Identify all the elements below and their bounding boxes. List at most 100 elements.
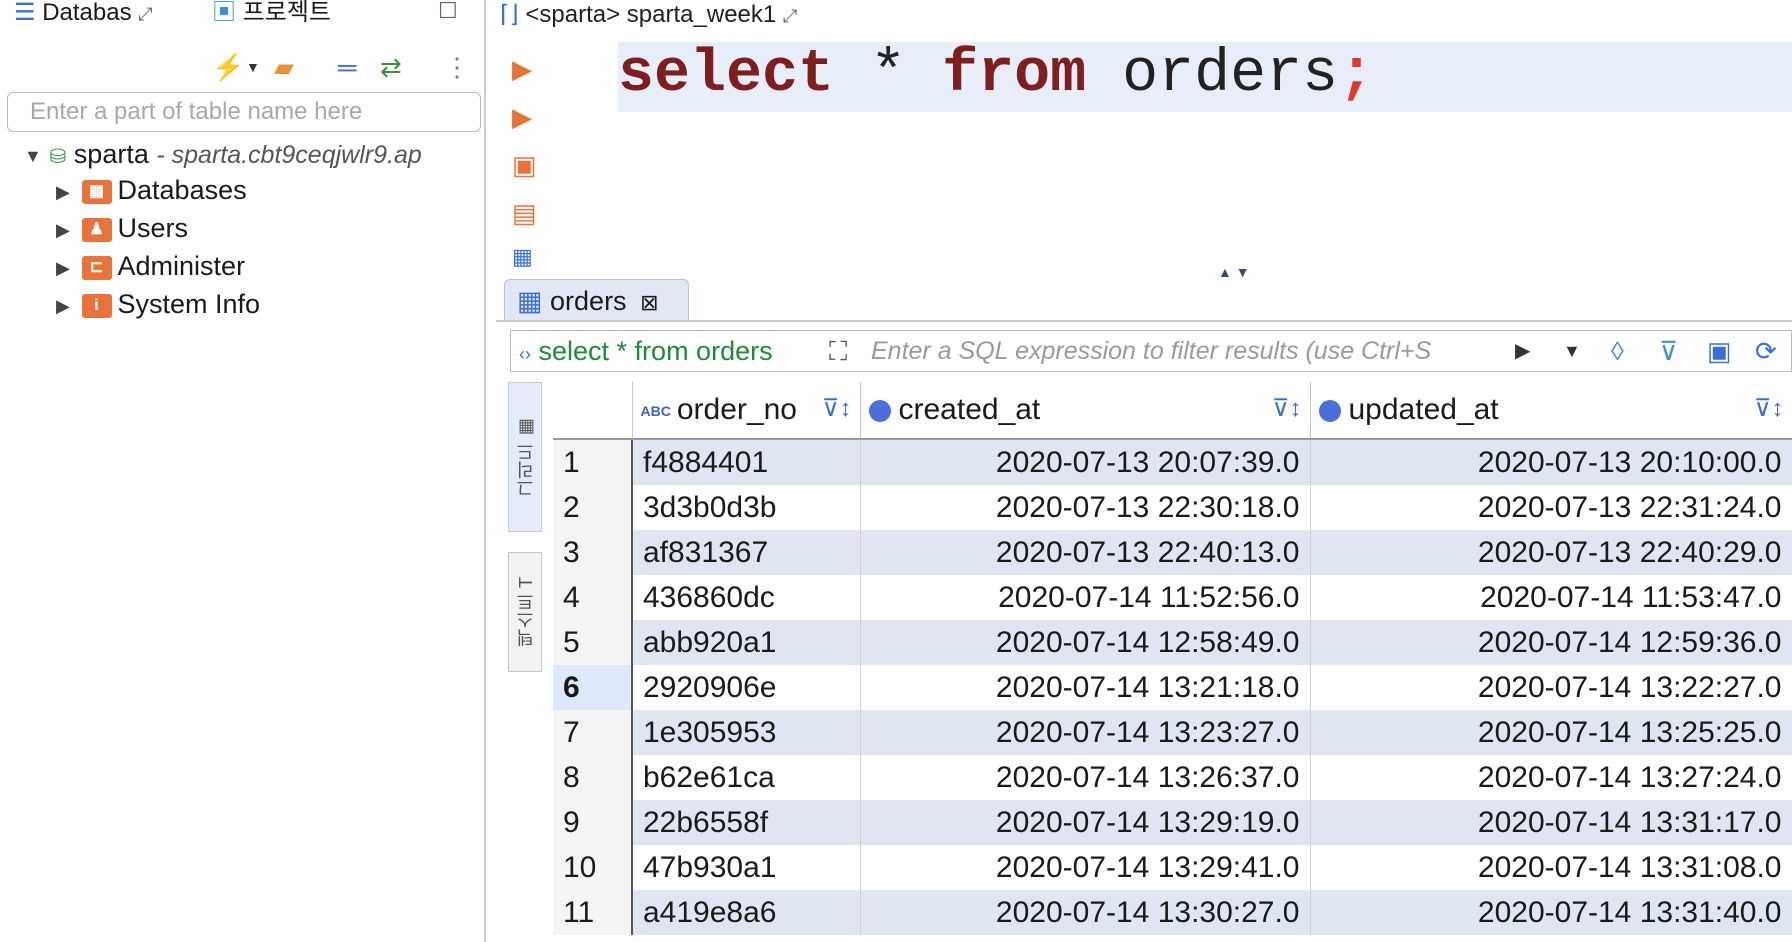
chevron-right-icon[interactable]: ▶ <box>56 288 74 324</box>
table-row[interactable]: 2 3d3b0d3b 2020-07-13 22:30:18.0 2020-07-13… <box>553 485 1792 530</box>
save-filter-icon[interactable]: ▣ <box>1707 331 1732 371</box>
close-icon[interactable]: ⊠ <box>640 290 658 315</box>
order-no-cell[interactable]: f4884401 <box>632 439 861 485</box>
new-connection-icon[interactable]: ⚡ <box>212 52 244 82</box>
new-folder-icon[interactable]: ▰ <box>274 52 294 82</box>
table-row[interactable]: 8 b62e61ca 2020-07-14 13:26:37.0 2020-07-14… <box>553 755 1792 800</box>
updated-at-cell[interactable]: 2020-07-13 22:40:29.0 <box>1310 530 1792 575</box>
column-header-created-at[interactable]: created_at ⊽↕ <box>860 382 1311 440</box>
tab-grid-view[interactable]: 그리드 ▦ <box>508 382 542 532</box>
chevron-down-icon[interactable]: ▼ <box>24 138 42 174</box>
order-no-cell[interactable]: 3d3b0d3b <box>632 485 861 530</box>
updated-at-cell[interactable]: 2020-07-13 20:10:00.0 <box>1310 439 1792 485</box>
tree-item-administer[interactable]: ▶ ⊏ Administer <box>56 248 245 284</box>
table-row[interactable]: 10 47b930a1 2020-07-14 13:29:41.0 2020-07-1… <box>553 845 1792 890</box>
execute-script-icon[interactable]: ▣ <box>512 148 537 182</box>
filter-expression-input[interactable]: Enter a SQL expression to filter results… <box>871 331 1431 371</box>
sort-filter-icon[interactable]: ⊽↕ <box>1754 394 1784 423</box>
updated-at-cell[interactable]: 2020-07-13 22:31:24.0 <box>1310 485 1792 530</box>
updated-at-cell[interactable]: 2020-07-14 13:31:40.0 <box>1310 890 1792 935</box>
created-at-cell[interactable]: 2020-07-14 13:30:27.0 <box>860 890 1311 935</box>
updated-at-cell[interactable]: 2020-07-14 13:22:27.0 <box>1310 665 1792 710</box>
updated-at-cell[interactable]: 2020-07-14 11:53:47.0 <box>1310 575 1792 620</box>
chevron-right-icon[interactable]: ▶ <box>56 250 74 286</box>
row-number-cell[interactable]: 11 <box>553 890 633 935</box>
order-no-cell[interactable]: 436860dc <box>632 575 861 620</box>
executed-query-label[interactable]: ‹› select * from orders <box>519 331 773 371</box>
order-no-cell[interactable]: abb920a1 <box>632 620 861 665</box>
sort-filter-icon[interactable]: ⊽↕ <box>822 394 852 423</box>
row-number-cell[interactable]: 6 <box>553 665 633 710</box>
created-at-cell[interactable]: 2020-07-13 20:07:39.0 <box>860 439 1311 485</box>
row-number-cell[interactable]: 10 <box>553 845 633 890</box>
tree-item-users[interactable]: ▶ ♟ Users <box>56 210 188 246</box>
created-at-cell[interactable]: 2020-07-14 11:52:56.0 <box>860 575 1311 620</box>
link-editor-icon[interactable]: ⇄ <box>380 52 402 82</box>
table-name-filter-input[interactable] <box>7 92 481 132</box>
order-no-cell[interactable]: b62e61ca <box>632 755 861 800</box>
view-menu-icon[interactable]: ⋮ <box>444 52 470 82</box>
execute-new-tab-icon[interactable]: ▶ <box>512 100 532 134</box>
eraser-icon[interactable]: ◊ <box>1611 331 1624 371</box>
results-tab-orders[interactable]: ▦ orders ⊠ <box>504 279 689 321</box>
order-no-cell[interactable]: 1e305953 <box>632 710 861 755</box>
tab-database-navigator[interactable]: ☰ Databas ⤢ <box>14 0 153 26</box>
updated-at-cell[interactable]: 2020-07-14 13:31:08.0 <box>1310 845 1792 890</box>
order-no-cell[interactable]: 47b930a1 <box>632 845 861 890</box>
updated-at-cell[interactable]: 2020-07-14 13:31:17.0 <box>1310 800 1792 845</box>
row-number-cell[interactable]: 7 <box>553 710 633 755</box>
updated-at-cell[interactable]: 2020-07-14 13:27:24.0 <box>1310 755 1792 800</box>
order-no-cell[interactable]: af831367 <box>632 530 861 575</box>
created-at-cell[interactable]: 2020-07-14 13:29:41.0 <box>860 845 1311 890</box>
created-at-cell[interactable]: 2020-07-14 13:21:18.0 <box>860 665 1311 710</box>
created-at-cell[interactable]: 2020-07-14 13:29:19.0 <box>860 800 1311 845</box>
chevron-right-icon[interactable]: ▶ <box>56 174 74 210</box>
row-number-cell[interactable]: 2 <box>553 485 633 530</box>
row-number-cell[interactable]: 8 <box>553 755 633 800</box>
updated-at-cell[interactable]: 2020-07-14 12:59:36.0 <box>1310 620 1792 665</box>
table-row[interactable]: 1 f4884401 2020-07-13 20:07:39.0 2020-07-13… <box>553 439 1792 485</box>
collapse-all-icon[interactable]: ═ <box>338 52 356 82</box>
row-number-cell[interactable]: 3 <box>553 530 633 575</box>
filter-settings-icon[interactable]: ⊽ <box>1659 331 1678 371</box>
order-no-cell[interactable]: 2920906e <box>632 665 861 710</box>
editor-tab[interactable]: ⌈⌋ <sparta> sparta_week1 ⤢ <box>500 0 797 30</box>
maximize-icon[interactable]: ⤢ <box>783 6 797 26</box>
sql-editor[interactable]: select * from orders; <box>618 40 1374 110</box>
chevron-down-icon[interactable]: ▼ <box>246 52 260 82</box>
explain-plan-icon[interactable]: ▦ <box>512 240 533 274</box>
execute-statement-icon[interactable]: ▶ <box>512 52 532 86</box>
row-number-cell[interactable]: 4 <box>553 575 633 620</box>
chevron-right-icon[interactable]: ▶ <box>56 212 74 248</box>
tab-text-view[interactable]: 텍스트 T <box>508 552 542 672</box>
table-row[interactable]: 11 a419e8a6 2020-07-14 13:30:27.0 2020-07-1… <box>553 890 1792 935</box>
order-no-cell[interactable]: a419e8a6 <box>632 890 861 935</box>
filter-history-dropdown-icon[interactable]: ▼ <box>1563 331 1581 371</box>
table-row[interactable]: 4 436860dc 2020-07-14 11:52:56.0 2020-07-14… <box>553 575 1792 620</box>
table-row[interactable]: 9 22b6558f 2020-07-14 13:29:19.0 2020-07-14… <box>553 800 1792 845</box>
created-at-cell[interactable]: 2020-07-14 13:26:37.0 <box>860 755 1311 800</box>
row-number-cell[interactable]: 5 <box>553 620 633 665</box>
apply-filter-icon[interactable]: ▶ <box>1515 331 1530 371</box>
tree-item-system-info[interactable]: ▶ i System Info <box>56 286 260 322</box>
table-row[interactable]: 6 2920906e 2020-07-14 13:21:18.0 2020-07-14… <box>553 665 1792 710</box>
expand-icon[interactable]: ⛶ <box>829 331 847 371</box>
table-row[interactable]: 7 1e305953 2020-07-14 13:23:27.0 2020-07-14… <box>553 710 1792 755</box>
updated-at-cell[interactable]: 2020-07-14 13:25:25.0 <box>1310 710 1792 755</box>
row-number-cell[interactable]: 1 <box>553 439 633 485</box>
column-header-updated-at[interactable]: updated_at ⊽↕ <box>1310 382 1792 440</box>
column-header-order-no[interactable]: ABC order_no ⊽↕ <box>632 382 861 440</box>
sort-filter-icon[interactable]: ⊽↕ <box>1272 394 1302 423</box>
created-at-cell[interactable]: 2020-07-13 22:40:13.0 <box>860 530 1311 575</box>
row-number-header[interactable] <box>553 382 633 440</box>
created-at-cell[interactable]: 2020-07-13 22:30:18.0 <box>860 485 1311 530</box>
execute-script-new-tab-icon[interactable]: ▤ <box>512 196 537 230</box>
panel-resize-arrows-icon[interactable]: ▲ ▼ <box>1218 264 1250 280</box>
tree-item-databases[interactable]: ▶ ▦ Databases <box>56 172 247 208</box>
refresh-icon[interactable]: ⟳ <box>1755 331 1777 371</box>
table-row[interactable]: 5 abb920a1 2020-07-14 12:58:49.0 2020-07-14… <box>553 620 1792 665</box>
created-at-cell[interactable]: 2020-07-14 12:58:49.0 <box>860 620 1311 665</box>
created-at-cell[interactable]: 2020-07-14 13:23:27.0 <box>860 710 1311 755</box>
tree-connection-sparta[interactable]: ▼ ⛁ sparta - sparta.cbt9ceqjwlr9.ap <box>24 136 422 172</box>
maximize-icon[interactable]: ⤢ <box>138 4 152 24</box>
